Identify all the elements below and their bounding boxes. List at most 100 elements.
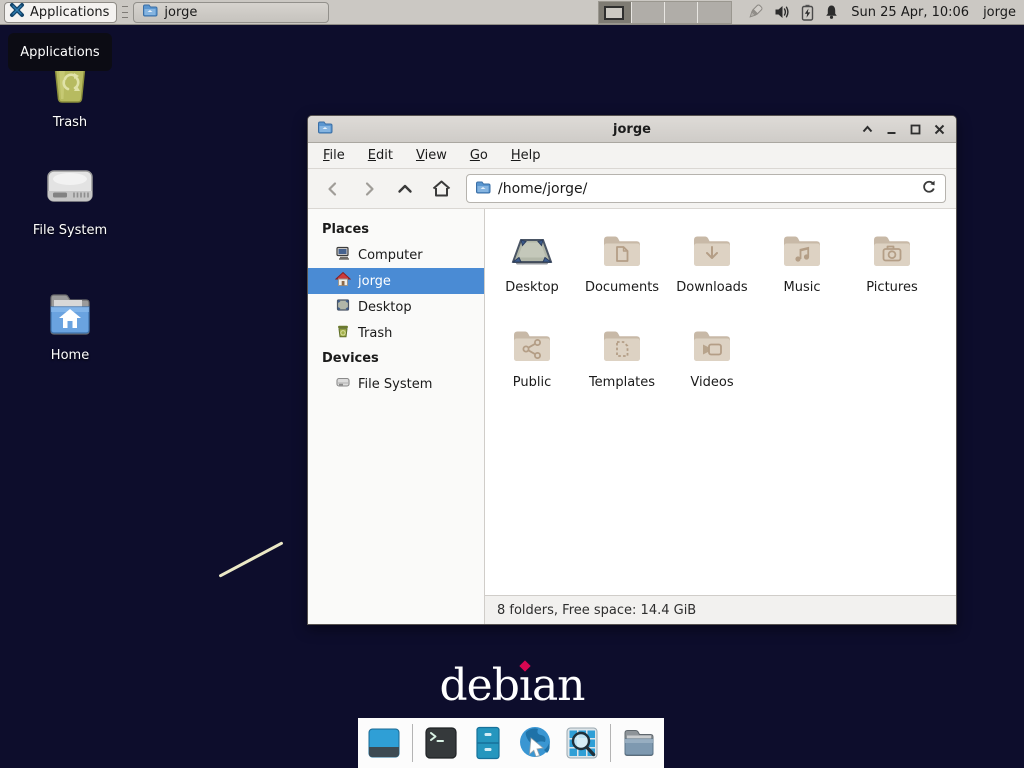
desktop-icon xyxy=(335,297,351,317)
up-icon[interactable] xyxy=(390,175,420,203)
hard-drive-icon xyxy=(43,163,97,219)
file-manager-window: jorge File Edit View Go Help xyxy=(307,115,957,625)
workspace-2[interactable] xyxy=(632,2,665,23)
file-item-desktop[interactable]: Desktop xyxy=(487,222,577,317)
files-area[interactable]: Desktop Documents Downloads Music Pictur xyxy=(485,209,956,595)
dock-folder-icon[interactable] xyxy=(620,724,658,762)
file-item-label: Music xyxy=(784,280,821,295)
menu-go[interactable]: Go xyxy=(470,148,488,163)
computer-icon xyxy=(335,245,351,265)
desktop-icon-file-system[interactable]: File System xyxy=(22,163,118,238)
applications-tooltip-text: Applications xyxy=(20,45,99,60)
house-icon xyxy=(335,271,351,291)
sidebar-item-jorge[interactable]: jorge xyxy=(308,268,484,294)
workspace-window-preview xyxy=(604,6,624,20)
sidebar: Places Computer xyxy=(308,209,485,624)
menubar: File Edit View Go Help xyxy=(308,143,956,169)
reload-icon[interactable] xyxy=(921,179,937,199)
file-item-pictures[interactable]: Pictures xyxy=(847,222,937,317)
toolbar: /home/jorge/ xyxy=(308,169,956,209)
trash-small-icon xyxy=(335,323,351,343)
debian-logo-text: deb xyxy=(439,660,518,711)
battery-tray-icon[interactable] xyxy=(801,4,814,21)
workspace-1[interactable] xyxy=(599,2,632,23)
sidebar-item-desktop[interactable]: Desktop xyxy=(308,294,484,320)
sidebar-item-label: Trash xyxy=(358,326,392,341)
dock-separator xyxy=(412,724,413,762)
public-folder-icon xyxy=(508,321,556,369)
maximize-window-icon[interactable] xyxy=(908,122,923,137)
videos-folder-icon xyxy=(688,321,736,369)
file-item-downloads[interactable]: Downloads xyxy=(667,222,757,317)
menu-file[interactable]: File xyxy=(323,148,345,163)
applications-menu-label: Applications xyxy=(30,5,109,20)
file-item-label: Public xyxy=(513,375,551,390)
sidebar-item-file-system[interactable]: File System xyxy=(308,371,484,397)
applications-menu-button[interactable]: Applications xyxy=(4,2,117,23)
drive-small-icon xyxy=(335,374,351,394)
file-item-templates[interactable]: Templates xyxy=(577,317,667,412)
path-folder-icon xyxy=(475,179,491,199)
path-input[interactable]: /home/jorge/ xyxy=(498,181,914,197)
sidebar-item-computer[interactable]: Computer xyxy=(308,242,484,268)
app-finder-icon[interactable] xyxy=(563,724,601,762)
music-folder-icon xyxy=(778,226,826,274)
desktop-icon-file-system-label: File System xyxy=(33,223,107,238)
bottom-dock xyxy=(358,718,664,768)
file-item-documents[interactable]: Documents xyxy=(577,222,667,317)
file-item-public[interactable]: Public xyxy=(487,317,577,412)
notification-bell-icon[interactable] xyxy=(824,4,839,20)
forward-icon[interactable] xyxy=(354,175,384,203)
terminal-icon[interactable] xyxy=(422,724,460,762)
applications-tooltip: Applications xyxy=(8,33,112,71)
status-text: 8 folders, Free space: 14.4 GiB xyxy=(497,603,696,618)
desktop-icon-home[interactable]: Home xyxy=(22,290,118,363)
volume-tray-icon[interactable] xyxy=(774,4,791,20)
shade-window-icon[interactable] xyxy=(860,122,875,137)
desktop-special-icon xyxy=(508,226,556,274)
debian-logo-text-end: an xyxy=(532,660,585,711)
sidebar-devices-header: Devices xyxy=(308,346,484,371)
menu-view[interactable]: View xyxy=(416,148,447,163)
file-cabinet-icon[interactable] xyxy=(469,724,507,762)
file-item-videos[interactable]: Videos xyxy=(667,317,757,412)
sidebar-item-label: Desktop xyxy=(358,300,412,315)
stylus-tray-icon[interactable] xyxy=(746,3,764,21)
home-icon[interactable] xyxy=(426,175,456,203)
panel-handle[interactable] xyxy=(122,4,128,20)
documents-folder-icon xyxy=(598,226,646,274)
folder-icon xyxy=(142,2,158,22)
home-folder-icon xyxy=(44,290,96,344)
pictures-folder-icon xyxy=(868,226,916,274)
desktop-icon-trash-label: Trash xyxy=(53,115,87,130)
close-window-icon[interactable] xyxy=(932,122,947,137)
minimize-window-icon[interactable] xyxy=(884,122,899,137)
panel-username[interactable]: jorge xyxy=(983,5,1016,20)
window-titlebar[interactable]: jorge xyxy=(308,116,956,143)
workspace-3[interactable] xyxy=(665,2,698,23)
menu-edit[interactable]: Edit xyxy=(368,148,393,163)
file-item-label: Documents xyxy=(585,280,659,295)
show-desktop-icon[interactable] xyxy=(365,724,403,762)
file-item-label: Templates xyxy=(589,375,655,390)
taskbar-window-button[interactable]: jorge xyxy=(133,2,329,23)
file-item-label: Downloads xyxy=(676,280,747,295)
web-browser-icon[interactable] xyxy=(516,724,554,762)
back-icon[interactable] xyxy=(318,175,348,203)
dock-separator xyxy=(610,724,611,762)
sidebar-places-header: Places xyxy=(308,217,484,242)
clock[interactable]: Sun 25 Apr, 10:06 xyxy=(851,5,969,20)
debian-logo-i: ı xyxy=(519,660,532,711)
menu-help[interactable]: Help xyxy=(511,148,541,163)
workspace-4[interactable] xyxy=(698,2,731,23)
file-item-label: Videos xyxy=(690,375,733,390)
sidebar-item-label: jorge xyxy=(358,274,391,289)
window-title: jorge xyxy=(308,122,956,137)
path-bar[interactable]: /home/jorge/ xyxy=(466,174,946,203)
file-item-music[interactable]: Music xyxy=(757,222,847,317)
top-panel: Applications jorge xyxy=(0,0,1024,25)
file-item-label: Pictures xyxy=(866,280,917,295)
debian-logo: debıan xyxy=(0,660,1024,711)
desktop-artifact-line xyxy=(219,541,284,577)
sidebar-item-trash[interactable]: Trash xyxy=(308,320,484,346)
